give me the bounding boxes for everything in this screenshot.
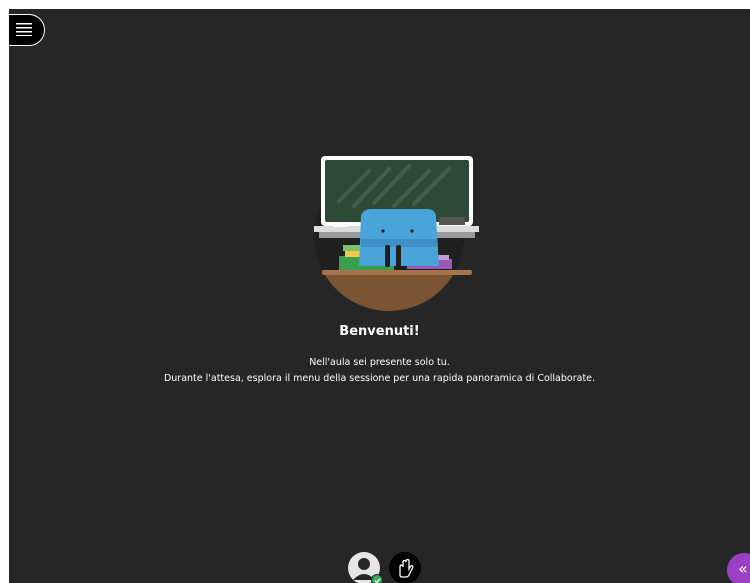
hamburger-menu-icon [16,23,32,36]
collaborate-session-area: Benvenuti! Nell'aula sei presente solo t… [9,9,750,583]
welcome-title: Benvenuti! [339,324,420,339]
session-menu-button[interactable] [9,14,45,46]
welcome-message-line-2: Durante l'attesa, esplora il menu della … [163,373,596,384]
status-badge [371,574,383,583]
empty-classroom-illustration [314,156,479,311]
double-chevron-left-icon: « [738,559,748,578]
check-icon [374,577,380,583]
collaborate-panel-toggle[interactable]: « [727,553,750,583]
raise-hand-button[interactable] [389,552,421,583]
welcome-message-line-1: Nell'aula sei presente solo tu. [309,357,450,368]
raise-hand-icon [399,558,414,578]
